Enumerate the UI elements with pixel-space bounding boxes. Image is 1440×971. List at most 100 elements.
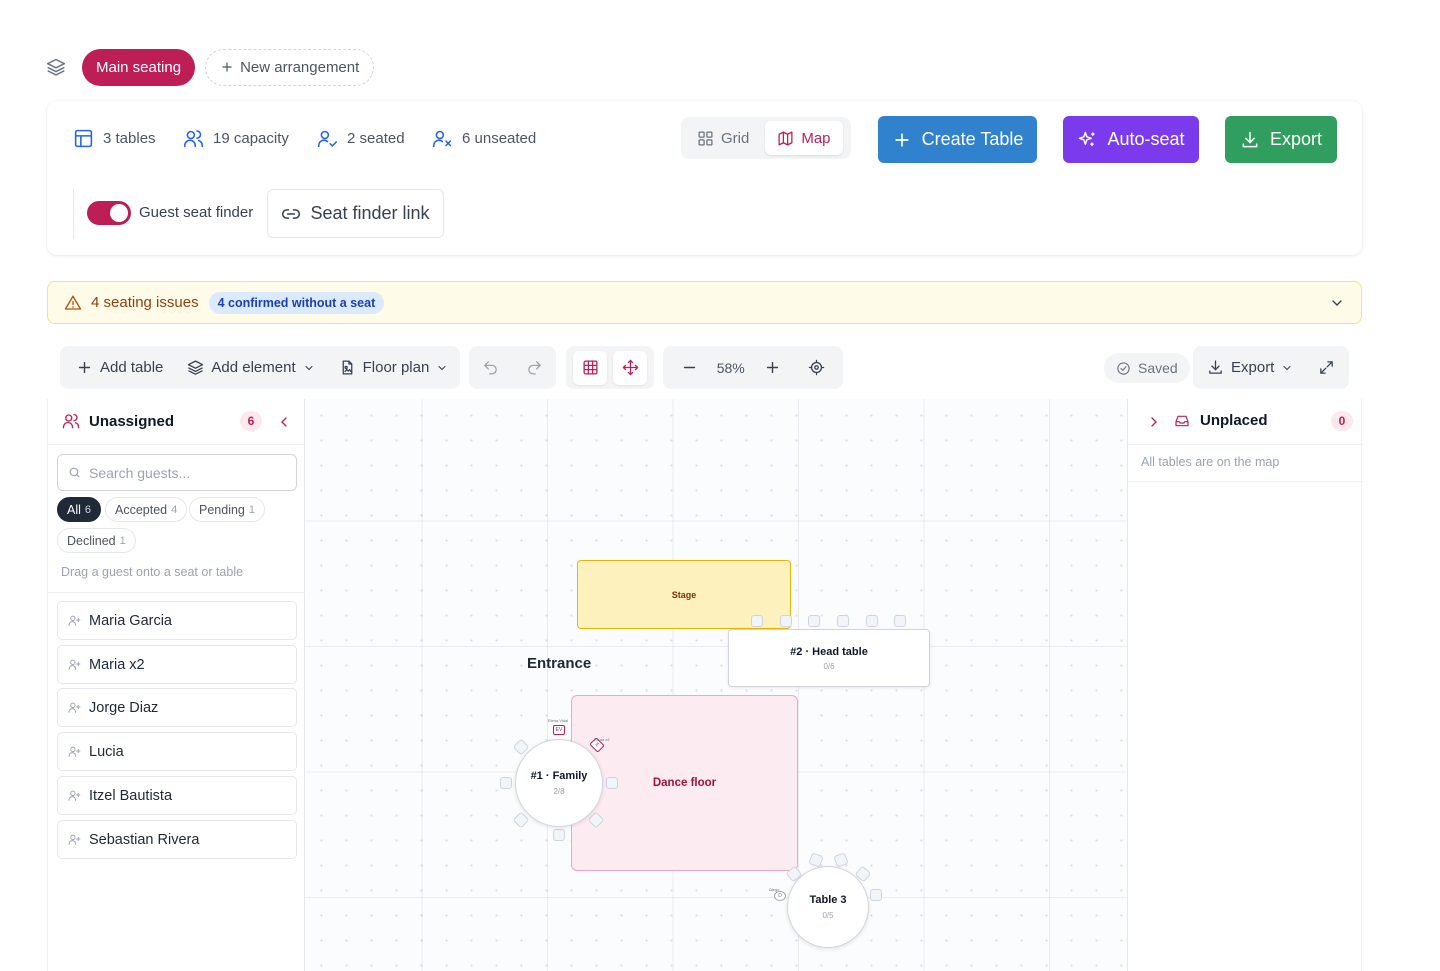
chevron-down-icon[interactable] bbox=[1329, 295, 1345, 311]
zoom-in-button[interactable] bbox=[755, 351, 789, 385]
floor-plan-canvas[interactable]: Stage Entrance Dance floor #2 · Head tab… bbox=[305, 399, 1127, 971]
entrance-label[interactable]: Entrance bbox=[527, 655, 591, 672]
export-label: Export bbox=[1269, 129, 1323, 149]
guest-item[interactable]: Maria Garcia bbox=[57, 601, 297, 640]
auto-seat-label: Auto-seat bbox=[1107, 129, 1185, 149]
filter-chip-accepted[interactable]: Accepted 4 bbox=[105, 497, 188, 522]
stat-unseated: 6 unseated bbox=[432, 128, 536, 148]
table-3[interactable]: Table 3 0/5 bbox=[787, 866, 869, 948]
filter-chip-pending[interactable]: Pending 1 bbox=[189, 497, 265, 522]
seat[interactable] bbox=[870, 889, 882, 901]
guest-item[interactable]: Sebastian Rivera bbox=[57, 820, 297, 859]
unassigned-header: Unassigned bbox=[62, 412, 174, 430]
seat[interactable] bbox=[808, 615, 820, 627]
seat[interactable] bbox=[500, 777, 512, 789]
toolbar-export-label: Export bbox=[1231, 359, 1275, 376]
occupied-seat[interactable]: D bbox=[774, 891, 786, 901]
user-plus-icon bbox=[68, 614, 81, 627]
seat[interactable] bbox=[553, 829, 565, 841]
seat[interactable] bbox=[606, 777, 618, 789]
search-input[interactable]: Search guests... bbox=[57, 454, 297, 491]
create-table-button[interactable]: Create Table bbox=[878, 116, 1037, 163]
export-button[interactable]: Export bbox=[1225, 116, 1337, 163]
seat[interactable] bbox=[837, 615, 849, 627]
seat[interactable] bbox=[780, 615, 792, 627]
seat[interactable] bbox=[833, 852, 849, 868]
filter-chip-label: Pending bbox=[199, 502, 245, 517]
recenter-button[interactable] bbox=[800, 351, 834, 385]
unplaced-count-badge: 0 bbox=[1331, 411, 1353, 431]
stat-tables-text: 3 tables bbox=[103, 129, 156, 147]
toolbar-export-group: Export bbox=[1193, 346, 1349, 389]
user-plus-icon bbox=[68, 833, 81, 846]
layers-icon bbox=[46, 57, 66, 77]
guest-item[interactable]: Jorge Diaz bbox=[57, 688, 297, 727]
arrangement-tab-main-seating[interactable]: Main seating bbox=[82, 48, 196, 86]
redo-button[interactable] bbox=[517, 351, 551, 385]
expand-panel-button[interactable] bbox=[1146, 414, 1162, 430]
unassigned-title: Unassigned bbox=[89, 412, 175, 430]
stat-capacity-text: 19 capacity bbox=[213, 129, 289, 147]
fullscreen-button[interactable] bbox=[1309, 351, 1343, 385]
seating-issues-bar[interactable]: 4 seating issues 4 confirmed without a s… bbox=[47, 281, 1362, 324]
guest-item[interactable]: Lucia bbox=[57, 732, 297, 771]
snap-grid-button[interactable] bbox=[573, 350, 607, 385]
filter-chip-label: All bbox=[67, 502, 81, 517]
guest-name: Maria x2 bbox=[89, 656, 145, 673]
filter-chip-declined[interactable]: Declined 1 bbox=[57, 528, 136, 553]
table-occupancy: 0/5 bbox=[822, 911, 834, 920]
floor-plan-button[interactable]: Floor plan bbox=[331, 351, 457, 385]
crosshair-icon bbox=[808, 359, 825, 376]
divider bbox=[1128, 444, 1363, 445]
user-plus-icon bbox=[68, 789, 81, 802]
undo-button[interactable] bbox=[474, 351, 508, 385]
table-name: #2 · Head table bbox=[790, 645, 868, 658]
divider bbox=[48, 444, 306, 445]
new-arrangement-button[interactable]: New arrangement bbox=[205, 48, 375, 86]
seat[interactable] bbox=[866, 615, 878, 627]
chevron-down-icon bbox=[436, 362, 448, 374]
map-view-label: Map bbox=[801, 129, 831, 147]
filter-chip-label: Accepted bbox=[115, 502, 168, 517]
occupied-seat[interactable]: EV bbox=[553, 725, 565, 735]
guest-seat-finder-toggle[interactable] bbox=[87, 201, 131, 225]
guest-item[interactable]: Maria x2 bbox=[57, 645, 297, 684]
unplaced-panel: Unplaced 0 All tables are on the map bbox=[1127, 399, 1363, 971]
toolbar-export-button[interactable]: Export bbox=[1199, 351, 1301, 385]
collapse-panel-button[interactable] bbox=[276, 414, 292, 430]
layers-icon bbox=[187, 359, 204, 376]
dance-floor-label: Dance floor bbox=[652, 777, 717, 789]
add-element-button[interactable]: Add element bbox=[179, 351, 322, 385]
link-icon bbox=[281, 204, 301, 224]
user-check-icon bbox=[317, 128, 338, 149]
inbox-icon bbox=[1174, 413, 1190, 429]
zoom-out-button[interactable] bbox=[672, 351, 706, 385]
seat-finder-link-button[interactable]: Seat finder link bbox=[267, 189, 444, 238]
head-table[interactable]: #2 · Head table 0/6 bbox=[728, 629, 930, 687]
new-arrangement-label: New arrangement bbox=[240, 58, 360, 76]
seat[interactable] bbox=[894, 615, 906, 627]
family-table[interactable]: #1 · Family 2/8 bbox=[515, 739, 603, 827]
grid-view-button[interactable]: Grid bbox=[685, 121, 761, 155]
pan-mode-button[interactable] bbox=[613, 350, 647, 385]
toolbar-mode-group bbox=[566, 346, 654, 389]
warning-icon bbox=[64, 295, 82, 310]
map-view-button[interactable]: Map bbox=[765, 121, 843, 155]
guest-name: Lucia bbox=[89, 743, 124, 760]
seat[interactable] bbox=[751, 615, 763, 627]
filter-chip-count: 6 bbox=[84, 503, 92, 516]
user-plus-icon bbox=[68, 701, 81, 714]
divider bbox=[73, 189, 74, 239]
seat[interactable] bbox=[808, 852, 824, 868]
auto-seat-button[interactable]: Auto-seat bbox=[1063, 116, 1199, 163]
add-table-label: Add table bbox=[100, 359, 164, 376]
seat-guest-label: Elena x2 bbox=[594, 737, 610, 742]
guest-name: Maria Garcia bbox=[89, 612, 172, 629]
stat-seated-text: 2 seated bbox=[347, 129, 405, 147]
search-placeholder: Search guests... bbox=[89, 464, 191, 481]
add-table-button[interactable]: Add table bbox=[68, 351, 171, 385]
unplaced-title: Unplaced bbox=[1200, 412, 1268, 429]
plus-icon bbox=[220, 60, 234, 74]
guest-item[interactable]: Itzel Bautista bbox=[57, 776, 297, 815]
filter-chip-all[interactable]: All 6 bbox=[57, 497, 102, 522]
